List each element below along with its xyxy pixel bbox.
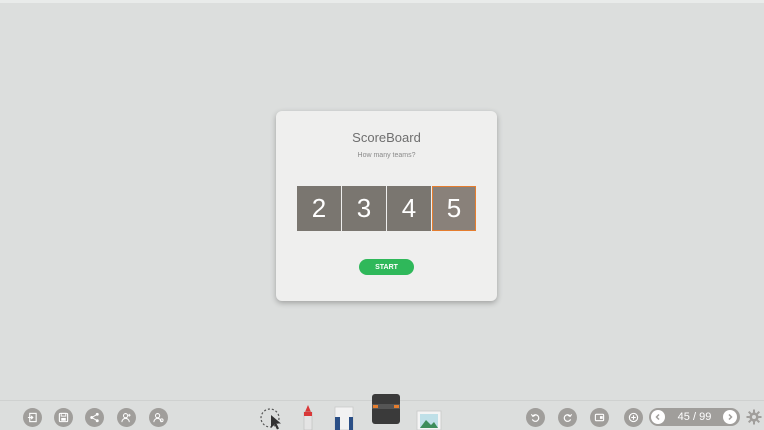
team-option-4[interactable]: 4 — [387, 186, 431, 231]
dialog-title: ScoreBoard — [352, 130, 421, 145]
team-count-selector: 2 3 4 5 — [297, 186, 476, 231]
dialog-subtitle: How many teams? — [357, 152, 416, 159]
top-edge — [0, 0, 764, 3]
undo-icon[interactable] — [526, 408, 545, 427]
previous-page-icon[interactable] — [651, 410, 665, 424]
user-add-icon[interactable] — [117, 408, 136, 427]
gear-icon[interactable] — [746, 409, 762, 425]
team-option-3[interactable]: 3 — [342, 186, 386, 231]
user-settings-icon[interactable] — [149, 408, 168, 427]
highlighter-icon[interactable] — [333, 405, 355, 430]
add-page-icon[interactable] — [624, 408, 643, 427]
save-icon[interactable] — [54, 408, 73, 427]
screen-record-icon[interactable] — [590, 408, 609, 427]
scoreboard-dialog: ScoreBoard How many teams? 2 3 4 5 START — [276, 111, 497, 301]
start-button[interactable]: START — [359, 259, 414, 275]
share-icon[interactable] — [85, 408, 104, 427]
pen-icon[interactable] — [301, 404, 315, 430]
redo-icon[interactable] — [558, 408, 577, 427]
page-indicator: 45 / 99 — [677, 411, 712, 423]
image-icon[interactable] — [416, 410, 442, 430]
eraser-icon[interactable] — [371, 393, 401, 425]
team-option-5[interactable]: 5 — [432, 186, 476, 231]
lasso-select-icon[interactable] — [258, 406, 286, 430]
page-navigator: 45 / 99 — [649, 408, 740, 426]
next-page-icon[interactable] — [723, 410, 737, 424]
exit-icon[interactable] — [23, 408, 42, 427]
team-option-2[interactable]: 2 — [297, 186, 341, 231]
